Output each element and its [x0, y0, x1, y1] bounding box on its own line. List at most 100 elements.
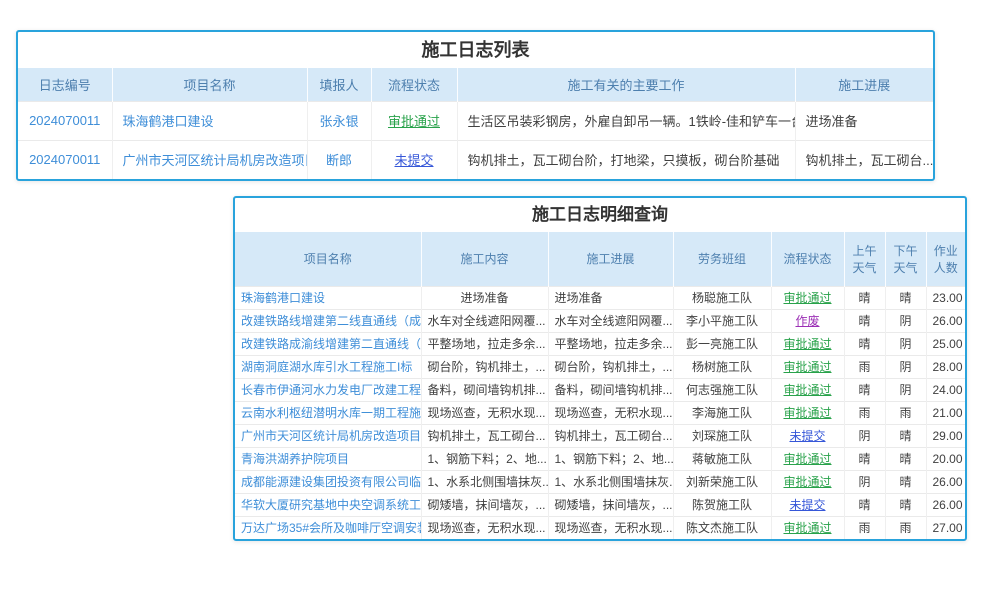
- construction-log-detail-panel: 施工日志明细查询 项目名称 施工内容 施工进展 劳务班组 流程状态 上午天气 下…: [233, 196, 967, 541]
- column-header-worker-count: 作业人数: [926, 232, 965, 286]
- labor-team-cell: 杨聪施工队: [673, 286, 771, 309]
- labor-team-cell: 陈贺施工队: [673, 493, 771, 516]
- table-row: 2024070011广州市天河区统计局机房改造项目断郎未提交钩机排土，瓦工砌台阶…: [18, 140, 933, 179]
- labor-team-cell: 李海施工队: [673, 401, 771, 424]
- am-weather-cell: 阴: [844, 424, 885, 447]
- worker-count-cell: 27.00: [926, 516, 965, 539]
- project-name-link[interactable]: 广州市天河区统计局机房改造项目: [112, 140, 307, 179]
- status-link[interactable]: 审批通过: [771, 378, 844, 401]
- status-link[interactable]: 审批通过: [771, 332, 844, 355]
- column-header-labor-team: 劳务班组: [673, 232, 771, 286]
- status-link[interactable]: 未提交: [771, 424, 844, 447]
- work-content-cell: 砌台阶，钩机排土，...: [421, 355, 548, 378]
- main-work-cell: 钩机排土，瓦工砌台阶，打地梁，只摸板，砌台阶基础: [457, 140, 795, 179]
- column-header-project-name: 项目名称: [112, 68, 307, 101]
- page-title: 施工日志明细查询: [235, 198, 965, 232]
- column-header-process-status: 流程状态: [371, 68, 457, 101]
- table-row: 成都能源建设集团投资有限公司临时办1、水系北侧围墙抹灰...1、水系北侧围墙抹灰…: [235, 470, 965, 493]
- table-row: 广州市天河区统计局机房改造项目钩机排土，瓦工砌台...钩机排土，瓦工砌台...刘…: [235, 424, 965, 447]
- labor-team-cell: 蒋敏施工队: [673, 447, 771, 470]
- progress-cell: 备料，砌间墙钩机排...: [548, 378, 673, 401]
- pm-weather-cell: 雨: [885, 516, 926, 539]
- status-link[interactable]: 审批通过: [771, 516, 844, 539]
- status-link[interactable]: 审批通过: [771, 286, 844, 309]
- project-name-link[interactable]: 改建铁路线增建第二线直通线（成都-成: [235, 309, 421, 332]
- pm-weather-cell: 阴: [885, 332, 926, 355]
- pm-weather-cell: 晴: [885, 493, 926, 516]
- construction-log-detail-table: 项目名称 施工内容 施工进展 劳务班组 流程状态 上午天气 下午天气 作业人数 …: [235, 232, 965, 539]
- table-row: 华软大厦研究基地中央空调系统工程砌矮墙，抹间墙灰，...砌矮墙，抹间墙灰，...…: [235, 493, 965, 516]
- page-title: 施工日志列表: [18, 32, 933, 68]
- status-link[interactable]: 审批通过: [771, 401, 844, 424]
- progress-cell: 砌台阶，钩机排土，...: [548, 355, 673, 378]
- work-content-cell: 进场准备: [421, 286, 548, 309]
- column-header-work-content: 施工内容: [421, 232, 548, 286]
- project-name-link[interactable]: 广州市天河区统计局机房改造项目: [235, 424, 421, 447]
- worker-count-cell: 21.00: [926, 401, 965, 424]
- table-row: 2024070011珠海鹤港口建设张永银审批通过生活区吊装彩钢房，外雇自卸吊一辆…: [18, 101, 933, 140]
- status-link[interactable]: 审批通过: [771, 447, 844, 470]
- am-weather-cell: 雨: [844, 355, 885, 378]
- project-name-link[interactable]: 改建铁路成渝线增建第二直通线（成渝: [235, 332, 421, 355]
- pm-weather-cell: 晴: [885, 424, 926, 447]
- worker-count-cell: 23.00: [926, 286, 965, 309]
- table-row: 改建铁路线增建第二线直通线（成都-成水车对全线遮阳网覆...水车对全线遮阳网覆.…: [235, 309, 965, 332]
- status-link[interactable]: 未提交: [771, 493, 844, 516]
- am-weather-cell: 雨: [844, 516, 885, 539]
- work-content-cell: 现场巡查，无积水现...: [421, 516, 548, 539]
- project-name-link[interactable]: 珠海鹤港口建设: [112, 101, 307, 140]
- log-id-link[interactable]: 2024070011: [18, 140, 112, 179]
- labor-team-cell: 陈文杰施工队: [673, 516, 771, 539]
- reporter-link[interactable]: 断郎: [307, 140, 371, 179]
- table-row: 改建铁路成渝线增建第二直通线（成渝平整场地，拉走多余...平整场地，拉走多余..…: [235, 332, 965, 355]
- status-link[interactable]: 作废: [771, 309, 844, 332]
- main-work-cell: 生活区吊装彩钢房，外雇自卸吊一辆。1铁岭-佳和铲车一台: [457, 101, 795, 140]
- progress-cell: 进场准备: [548, 286, 673, 309]
- construction-log-table: 日志编号 项目名称 填报人 流程状态 施工有关的主要工作 施工进展 202407…: [18, 68, 933, 179]
- labor-team-cell: 李小平施工队: [673, 309, 771, 332]
- progress-cell: 1、钢筋下料；2、地...: [548, 447, 673, 470]
- status-link[interactable]: 未提交: [371, 140, 457, 179]
- labor-team-cell: 刘新荣施工队: [673, 470, 771, 493]
- work-content-cell: 1、水系北侧围墙抹灰...: [421, 470, 548, 493]
- worker-count-cell: 24.00: [926, 378, 965, 401]
- progress-cell: 进场准备: [795, 101, 933, 140]
- progress-cell: 现场巡查，无积水现...: [548, 516, 673, 539]
- work-content-cell: 现场巡查，无积水现...: [421, 401, 548, 424]
- progress-cell: 砌矮墙，抹间墙灰，...: [548, 493, 673, 516]
- table-row: 万达广场35#会所及咖啡厅空调安装工程现场巡查，无积水现...现场巡查，无积水现…: [235, 516, 965, 539]
- project-name-link[interactable]: 云南水利枢纽潜明水库一期工程施工I标: [235, 401, 421, 424]
- work-content-cell: 备料，砌间墙钩机排...: [421, 378, 548, 401]
- progress-cell: 1、水系北侧围墙抹灰...: [548, 470, 673, 493]
- project-name-link[interactable]: 成都能源建设集团投资有限公司临时办: [235, 470, 421, 493]
- am-weather-cell: 晴: [844, 493, 885, 516]
- pm-weather-cell: 雨: [885, 401, 926, 424]
- table-header-row: 项目名称 施工内容 施工进展 劳务班组 流程状态 上午天气 下午天气 作业人数: [235, 232, 965, 286]
- log-id-link[interactable]: 2024070011: [18, 101, 112, 140]
- table-row: 长春市伊通河水力发电厂改建工程备料，砌间墙钩机排...备料，砌间墙钩机排...何…: [235, 378, 965, 401]
- work-content-cell: 钩机排土，瓦工砌台...: [421, 424, 548, 447]
- project-name-link[interactable]: 湖南洞庭湖水库引水工程施工I标: [235, 355, 421, 378]
- work-content-cell: 水车对全线遮阳网覆...: [421, 309, 548, 332]
- pm-weather-cell: 阴: [885, 309, 926, 332]
- construction-log-list-panel: 施工日志列表 日志编号 项目名称 填报人 流程状态 施工有关的主要工作 施工进展…: [16, 30, 935, 181]
- column-header-main-work: 施工有关的主要工作: [457, 68, 795, 101]
- labor-team-cell: 何志强施工队: [673, 378, 771, 401]
- project-name-link[interactable]: 华软大厦研究基地中央空调系统工程: [235, 493, 421, 516]
- project-name-link[interactable]: 珠海鹤港口建设: [235, 286, 421, 309]
- worker-count-cell: 26.00: [926, 309, 965, 332]
- status-link[interactable]: 审批通过: [771, 470, 844, 493]
- am-weather-cell: 晴: [844, 309, 885, 332]
- status-link[interactable]: 审批通过: [771, 355, 844, 378]
- pm-weather-cell: 晴: [885, 286, 926, 309]
- reporter-link[interactable]: 张永银: [307, 101, 371, 140]
- project-name-link[interactable]: 万达广场35#会所及咖啡厅空调安装工程: [235, 516, 421, 539]
- status-link[interactable]: 审批通过: [371, 101, 457, 140]
- work-content-cell: 砌矮墙，抹间墙灰，...: [421, 493, 548, 516]
- pm-weather-cell: 晴: [885, 447, 926, 470]
- project-name-link[interactable]: 长春市伊通河水力发电厂改建工程: [235, 378, 421, 401]
- am-weather-cell: 阴: [844, 470, 885, 493]
- work-content-cell: 1、钢筋下料；2、地...: [421, 447, 548, 470]
- project-name-link[interactable]: 青海洪湖养护院项目: [235, 447, 421, 470]
- column-header-log-id: 日志编号: [18, 68, 112, 101]
